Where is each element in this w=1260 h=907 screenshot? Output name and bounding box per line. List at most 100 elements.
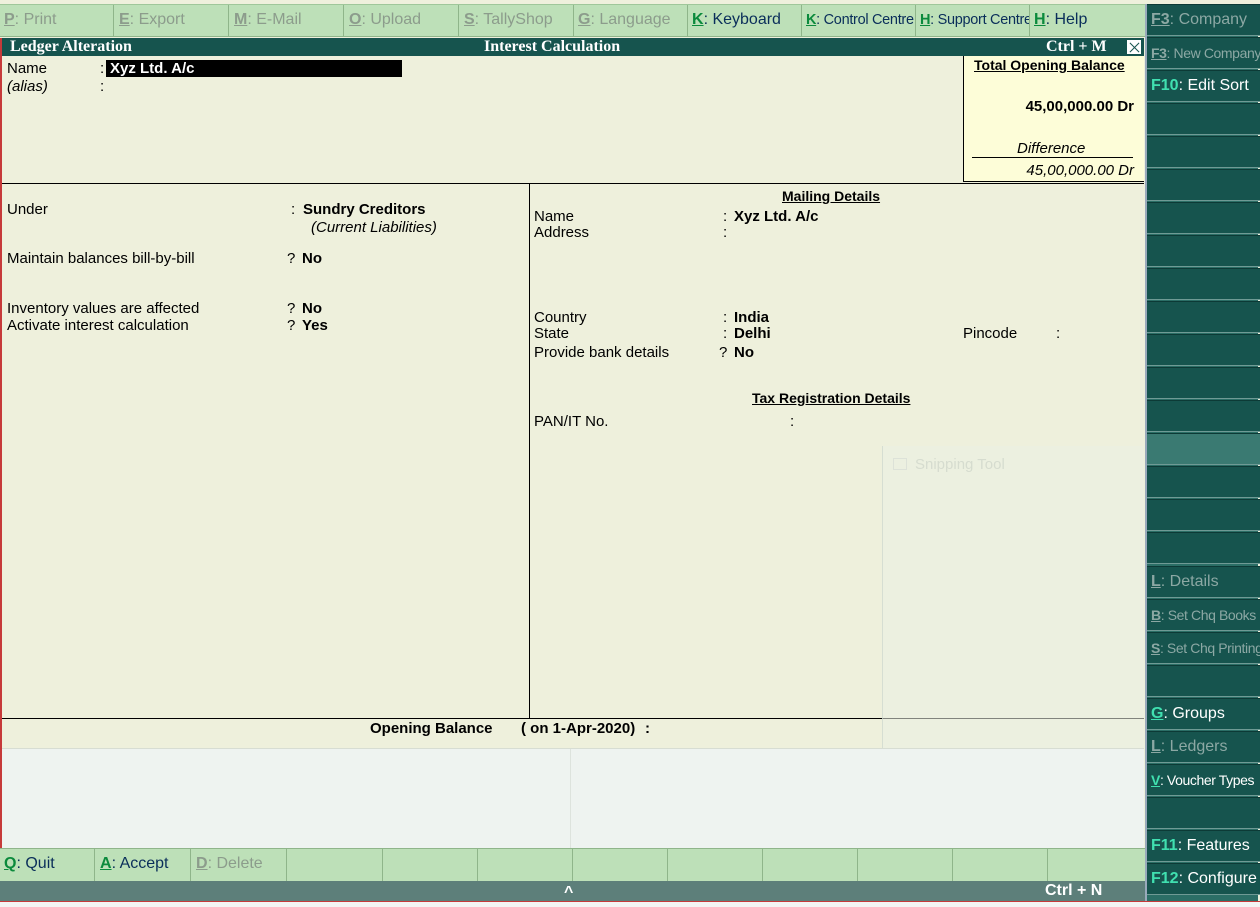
details-hotkey: L — [1151, 573, 1161, 590]
country-value[interactable]: India — [734, 309, 769, 326]
inventory-affected-value[interactable]: No — [302, 300, 322, 317]
accept-button[interactable]: A: Accept — [96, 849, 191, 881]
mailing-name-label: Name — [534, 208, 575, 225]
features-hotkey: F11 — [1151, 837, 1178, 854]
status-bar: ^ Ctrl + N — [0, 881, 1145, 901]
control-centre-button[interactable]: K: Control Centre — [802, 5, 916, 37]
quit-button[interactable]: Q: Quit — [0, 849, 95, 881]
company-button[interactable]: F3: Company — [1147, 4, 1260, 36]
export-button[interactable]: E: Export — [115, 5, 229, 37]
country-label: Country — [534, 309, 587, 326]
name-label: Name — [7, 60, 48, 77]
print-button[interactable]: P: Print — [0, 5, 114, 37]
right-panel-blank-10 — [1147, 400, 1260, 432]
set-chq-books-button[interactable]: B: Set Chq Books — [1147, 599, 1260, 631]
right-button-panel: F3: Company F3: New Company F10: Edit So… — [1145, 4, 1260, 902]
bottom-button-bar: Q: Quit A: Accept D: Delete — [0, 848, 1145, 881]
configure-button[interactable]: F12: Configure — [1147, 863, 1260, 895]
name-colon: : — [100, 60, 105, 77]
lower-panel-divider — [570, 749, 571, 849]
voucher-types-label: : Voucher Types — [1159, 772, 1255, 788]
mailing-name-value[interactable]: Xyz Ltd. A/c — [734, 208, 818, 225]
edit-sort-button[interactable]: F10: Edit Sort — [1147, 70, 1260, 102]
bill-by-bill-label: Maintain balances bill-by-bill — [7, 250, 195, 267]
bottom-blank-4 — [573, 849, 668, 881]
right-panel-blank-9 — [1147, 367, 1260, 399]
language-button[interactable]: G: Language — [574, 5, 688, 37]
address-label: Address — [534, 224, 590, 241]
alias-input[interactable] — [110, 78, 400, 95]
groups-hotkey: G — [1151, 705, 1164, 722]
email-hotkey: M — [234, 11, 248, 28]
support-centre-button[interactable]: H: Support Centre — [916, 5, 1030, 37]
scissors-icon — [893, 458, 907, 470]
export-label: : Export — [129, 11, 185, 28]
window-bottom-edge — [0, 901, 1260, 907]
configure-hotkey: F12 — [1151, 870, 1179, 887]
address-colon: : — [723, 224, 728, 241]
bank-details-value[interactable]: No — [734, 344, 754, 361]
delete-label: : Delete — [207, 855, 263, 872]
alias-label: (alias) — [7, 78, 48, 95]
groups-label: : Groups — [1163, 705, 1225, 722]
new-company-button[interactable]: F3: New Company — [1147, 37, 1260, 69]
bill-by-bill-value[interactable]: No — [302, 250, 322, 267]
pincode-input[interactable] — [1066, 325, 1136, 342]
inventory-affected-label: Inventory values are affected — [7, 300, 200, 317]
bottom-blank-1 — [288, 849, 383, 881]
new-company-hotkey: F3 — [1151, 45, 1167, 61]
bottom-blank-7 — [858, 849, 953, 881]
bank-details-q: ? — [719, 344, 728, 361]
snipping-tool-ghost: Snipping Tool — [882, 446, 1144, 756]
state-value[interactable]: Delhi — [734, 325, 771, 342]
email-button[interactable]: M: E-Mail — [230, 5, 344, 37]
bottom-blank-8 — [953, 849, 1048, 881]
upload-button[interactable]: O: Upload — [345, 5, 459, 37]
bottom-blank-5 — [668, 849, 763, 881]
ledgers-button[interactable]: L: Ledgers — [1147, 731, 1260, 763]
interest-calc-q: ? — [287, 317, 296, 334]
details-button[interactable]: L: Details — [1147, 566, 1260, 598]
company-label: : Company — [1169, 11, 1248, 28]
right-panel-blank-15 — [1147, 665, 1260, 697]
state-colon: : — [723, 325, 728, 342]
under-value[interactable]: Sundry Creditors — [303, 201, 426, 218]
bill-by-bill-q: ? — [287, 250, 296, 267]
features-button[interactable]: F11: Features — [1147, 830, 1260, 862]
print-label: : Print — [14, 11, 57, 28]
right-panel-blank-1 — [1147, 103, 1260, 135]
opening-balance-input[interactable] — [660, 720, 860, 737]
pan-input[interactable] — [800, 413, 1100, 430]
voucher-types-button[interactable]: V: Voucher Types — [1147, 764, 1260, 796]
bank-details-label: Provide bank details — [534, 344, 670, 361]
lower-info-panel — [2, 748, 1144, 849]
details-label: : Details — [1160, 573, 1219, 590]
quit-label: : Quit — [16, 855, 55, 872]
keyboard-button[interactable]: K: Keyboard — [688, 5, 802, 37]
opening-balance-date: ( on 1-Apr-2020) — [521, 720, 636, 737]
right-panel-blank-8 — [1147, 334, 1260, 366]
close-icon[interactable] — [1126, 39, 1142, 55]
tallyshop-button[interactable]: S: TallyShop — [460, 5, 574, 37]
help-button[interactable]: H: Help — [1030, 5, 1145, 37]
set-chq-books-hotkey: B — [1151, 607, 1161, 623]
status-shortcut: Ctrl + N — [1045, 882, 1103, 899]
support-centre-label: : Support Centre — [930, 12, 1030, 28]
bottom-blank-3 — [478, 849, 573, 881]
ledgers-label: : Ledgers — [1160, 738, 1228, 755]
right-panel-blank-11 — [1147, 433, 1260, 465]
state-label: State — [534, 325, 570, 342]
name-input[interactable]: Xyz Ltd. A/c — [106, 60, 402, 77]
upload-hotkey: O — [349, 11, 362, 28]
address-input[interactable] — [734, 224, 1134, 241]
country-colon: : — [723, 309, 728, 326]
delete-button[interactable]: D: Delete — [192, 849, 287, 881]
set-chq-printing-button[interactable]: S: Set Chq Printing — [1147, 632, 1260, 664]
title-bar: Ledger Alteration Interest Calculation C… — [2, 38, 1144, 56]
interest-calc-value[interactable]: Yes — [302, 317, 328, 334]
section-divider-vertical — [529, 184, 530, 718]
pan-colon: : — [790, 413, 795, 430]
caret-up-icon[interactable]: ^ — [564, 883, 573, 903]
opening-balance-colon: : — [645, 720, 650, 737]
groups-button[interactable]: G: Groups — [1147, 698, 1260, 730]
